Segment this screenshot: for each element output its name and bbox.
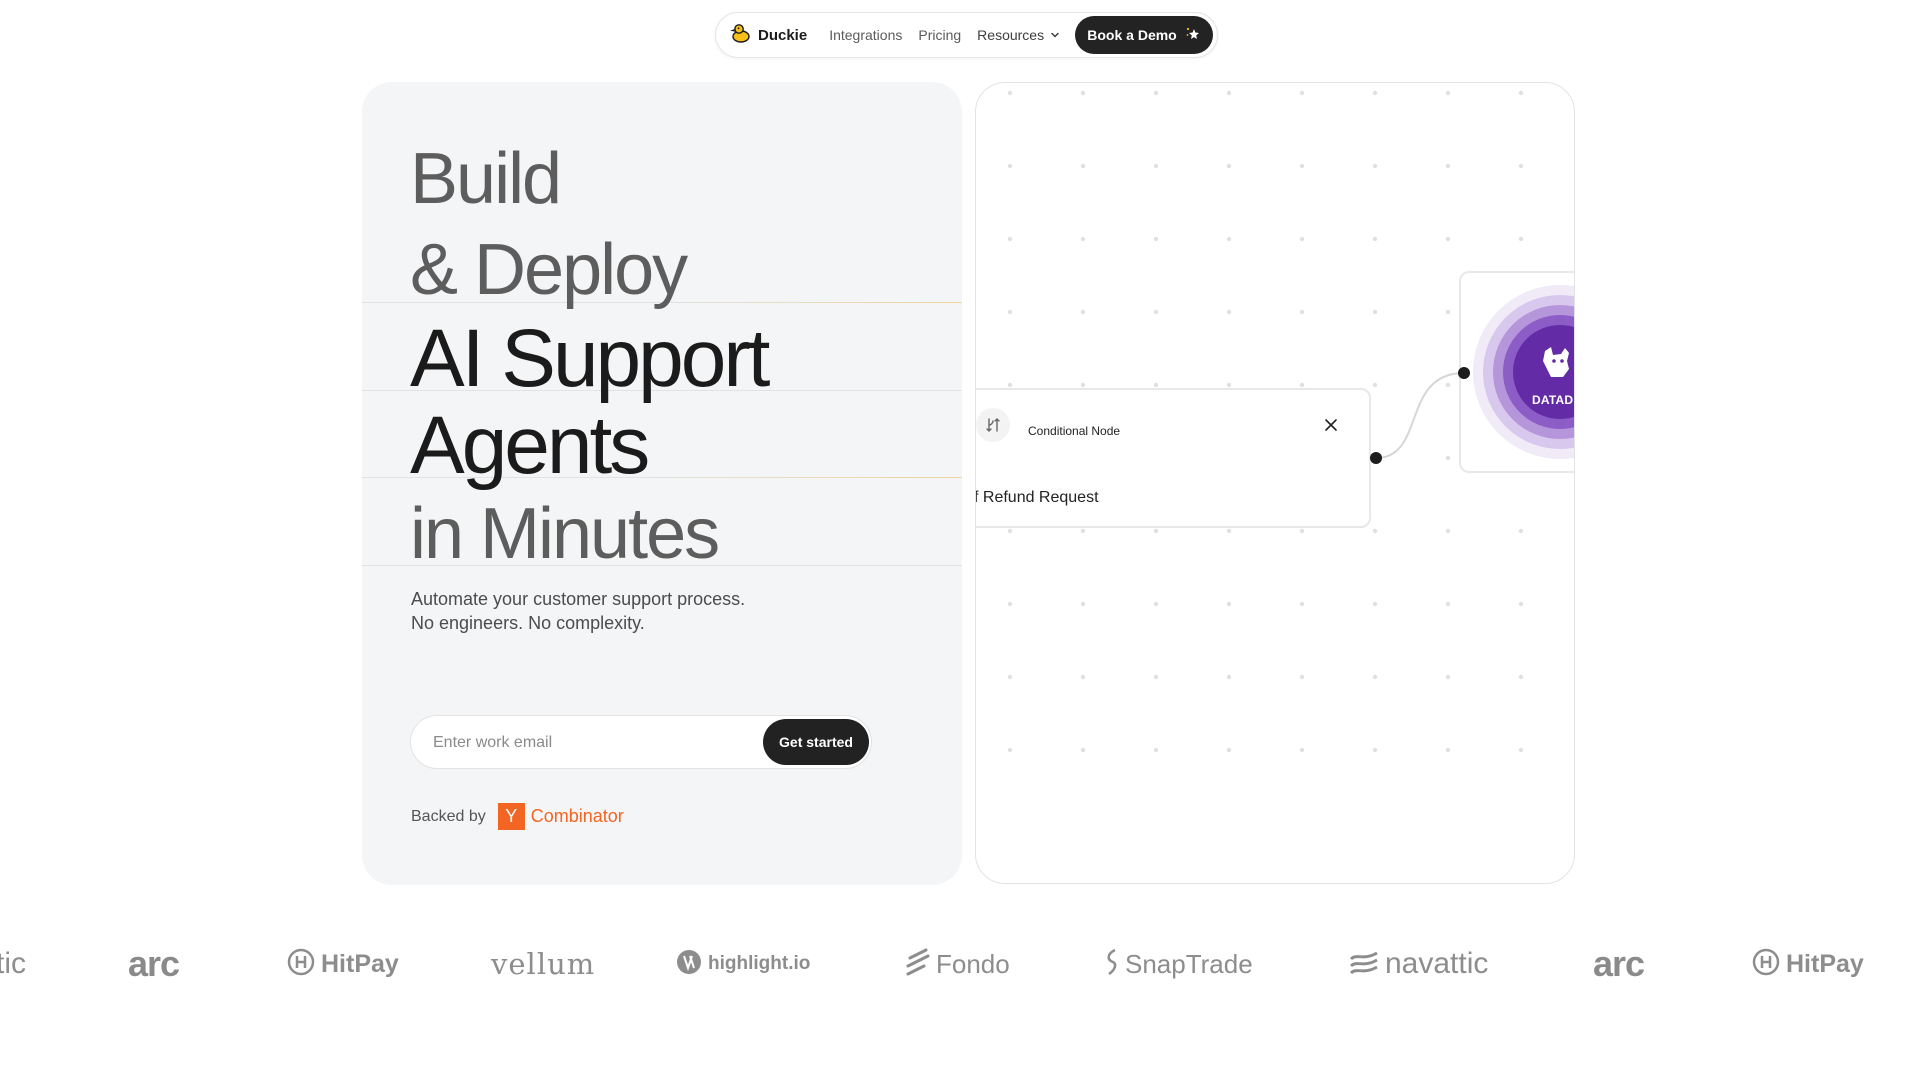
customer-logo: navattic (1349, 942, 1488, 986)
highlight-icon (676, 949, 702, 980)
brand-logo-link[interactable]: Duckie (730, 22, 807, 49)
logo-wordmark: HitPay (321, 949, 399, 978)
logo-wordmark: HitPay (1786, 949, 1864, 978)
close-icon[interactable] (1323, 417, 1339, 433)
workflow-canvas: Conditional Node f Refund Request DATAD (975, 82, 1575, 884)
headline-agents: Agents (410, 400, 650, 491)
logo-wordmark: navattic (1385, 947, 1489, 980)
subtitle-line-2: No engineers. No complexity. (411, 613, 645, 633)
hero-panel: Build & Deploy AI Support Agents in Minu… (362, 82, 962, 885)
customer-logo: HitPay (1752, 942, 1864, 986)
logo-wordmark: arc (1593, 943, 1645, 984)
headline-ai-support: AI Support (410, 313, 770, 404)
duck-icon (730, 22, 752, 49)
customer-logo: vellum (491, 942, 595, 986)
ycombinator-logo-icon: Y (497, 803, 525, 830)
logo-wordmark: arc (128, 943, 180, 984)
logo-wordmark: vellum (491, 947, 596, 981)
customer-logo: tic (0, 942, 26, 986)
subtitle-line-1: Automate your customer support process. (411, 589, 746, 609)
get-started-button[interactable]: Get started (763, 719, 869, 765)
work-email-input[interactable] (431, 716, 735, 770)
chevron-down-icon (1050, 27, 1060, 43)
book-demo-label: Book a Demo (1087, 27, 1177, 43)
integration-name: DATAD (1532, 393, 1574, 407)
customer-logo: Fondo (906, 942, 1010, 986)
snaptrade-icon (1105, 948, 1119, 981)
nav-link-pricing[interactable]: Pricing (918, 27, 961, 43)
hitpay-icon (287, 948, 315, 981)
sparkle-star-icon (1185, 26, 1201, 45)
node-title: Conditional Node (1028, 424, 1121, 438)
input-port[interactable] (1458, 367, 1470, 379)
datadog-dog-icon (1539, 345, 1573, 386)
email-signup-form: Get started (410, 715, 872, 770)
headline-deploy: & Deploy (410, 230, 688, 310)
conditional-node-card[interactable]: Conditional Node f Refund Request (975, 388, 1371, 528)
ycombinator-wordmark: Combinator (530, 806, 624, 826)
backed-by-yc: Backed by Y Combinator (411, 803, 624, 830)
logo-wordmark: tic (0, 947, 26, 980)
resources-label: Resources (977, 27, 1045, 43)
brand-name: Duckie (758, 26, 808, 44)
book-demo-button[interactable]: Book a Demo (1075, 16, 1213, 54)
nav-resources-dropdown[interactable]: Resources (977, 27, 1060, 43)
customer-logo: SnapTrade (1105, 942, 1253, 986)
branch-icon (976, 408, 1010, 442)
node-condition-text: f Refund Request (975, 489, 1099, 506)
backed-by-label: Backed by (411, 807, 486, 825)
hero-subtitle: Automate your customer support process. … (411, 587, 745, 635)
logo-wordmark: SnapTrade (1125, 948, 1253, 979)
output-port[interactable] (1370, 452, 1382, 464)
fondo-icon (906, 948, 930, 981)
datadog-integration-node[interactable]: DATAD (1459, 271, 1574, 473)
logo-wordmark: highlight.io (708, 953, 811, 974)
navattic-icon (1349, 949, 1379, 980)
top-nav: Duckie Integrations Pricing Resources Bo… (715, 12, 1218, 58)
hitpay-icon (1752, 948, 1780, 981)
customer-logo: highlight.io (676, 942, 810, 986)
logo-wordmark: Fondo (936, 948, 1010, 979)
customer-logo: HitPay (287, 942, 399, 986)
customer-logo: arc (128, 942, 180, 986)
headline-in-minutes: in Minutes (410, 494, 720, 574)
nav-link-integrations[interactable]: Integrations (829, 27, 902, 43)
headline-build: Build (410, 139, 562, 219)
customer-logo: arc (1593, 942, 1645, 986)
